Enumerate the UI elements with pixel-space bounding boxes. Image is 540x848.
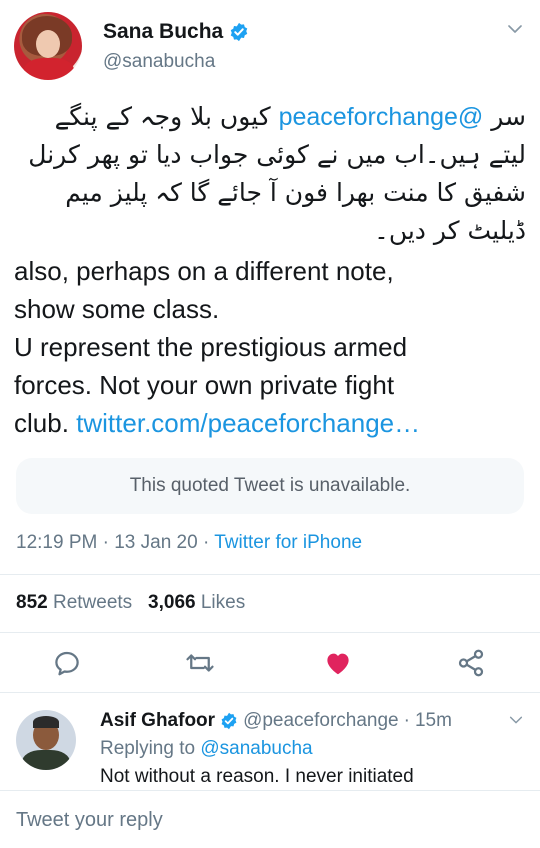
retweets-label[interactable]: Retweets [53,592,132,613]
likes-count[interactable]: 3,066 [148,592,196,613]
tweet-text-line: forces. Not your own private fight [14,370,395,400]
retweet-icon [186,654,214,672]
tweet-text-prefix: club. [14,408,77,438]
chevron-down-icon[interactable] [508,712,524,728]
author-handle[interactable]: @sanabucha [103,51,215,73]
quoted-tweet-link[interactable]: twitter.com/peaceforchange… [76,408,420,438]
reply-author-name[interactable]: Asif Ghafoor [100,710,215,732]
reply-text: Not without a reason. I never initiated [100,766,414,784]
reply-tweet[interactable]: Asif Ghafoor @peaceforchange · 15m Reply… [0,700,540,784]
replying-label: Replying to [100,738,196,759]
retweets-count[interactable]: 852 [16,592,48,613]
likes-label[interactable]: Likes [201,592,245,613]
tweet-meta: 12:19 PM · 13 Jan 20 · Twitter for iPhon… [16,532,362,554]
divider [0,574,540,575]
tweet-text-urdu: سر @peaceforchange کیوں بلا وجہ کے پنگے … [14,98,526,250]
tweet-text-line: club. twitter.com/peaceforchange… [14,404,526,442]
verified-badge-icon [221,712,237,730]
meta-separator: · [202,532,215,553]
tweet-actions [0,644,540,684]
tweet-date: 13 Jan 20 [114,532,198,553]
mention-link[interactable]: @peaceforchange [279,103,484,131]
heart-icon-fill [327,653,349,675]
tweet-stats: 852 Retweets 3,066 Likes [16,592,245,614]
tweet-text-line: also, perhaps on a different note, [14,256,394,286]
tweet-text-english: also, perhaps on a different note, show … [14,252,526,442]
avatar-hair [33,716,59,728]
meta-separator: · [403,710,410,731]
divider [0,692,540,693]
divider [0,632,540,633]
replying-to: Replying to @sanabucha [100,738,313,760]
reply-composer [0,790,540,848]
reply-button[interactable] [52,648,82,678]
verified-badge-icon [230,22,248,42]
reply-icon [55,651,79,676]
replying-to-handle[interactable]: @sanabucha [200,738,312,759]
avatar-shirt [24,58,74,80]
meta-separator: · [102,532,115,553]
heart-icon [327,653,349,675]
author-avatar[interactable] [14,12,82,80]
quoted-unavailable-text: This quoted Tweet is unavailable. [129,475,411,496]
author-name-row[interactable]: Sana Bucha [103,20,249,44]
tweet-time: 12:19 PM [16,532,98,553]
reply-input[interactable] [16,805,516,835]
share-icon [458,649,484,677]
urdu-text-start: سر [483,102,526,131]
avatar-face [36,30,60,58]
tweet-text-line: U represent the prestigious armed [14,332,408,362]
reply-author-handle[interactable]: @peaceforchange [243,710,399,732]
like-button[interactable] [323,648,353,678]
share-button[interactable] [456,648,486,678]
reply-age: 15m [414,710,452,731]
avatar-body [22,750,70,770]
reply-author-avatar[interactable] [16,710,76,770]
retweet-button[interactable] [185,648,215,678]
chevron-down-icon[interactable] [506,20,524,38]
tweet-source[interactable]: Twitter for iPhone [214,532,362,553]
author-name[interactable]: Sana Bucha [103,20,223,44]
quoted-tweet-unavailable: This quoted Tweet is unavailable. [16,458,524,514]
tweet-text-line: show some class. [14,294,220,324]
reply-header: Asif Ghafoor @peaceforchange · 15m [100,710,452,732]
tweet-header: Sana Bucha @sanabucha [0,0,540,90]
